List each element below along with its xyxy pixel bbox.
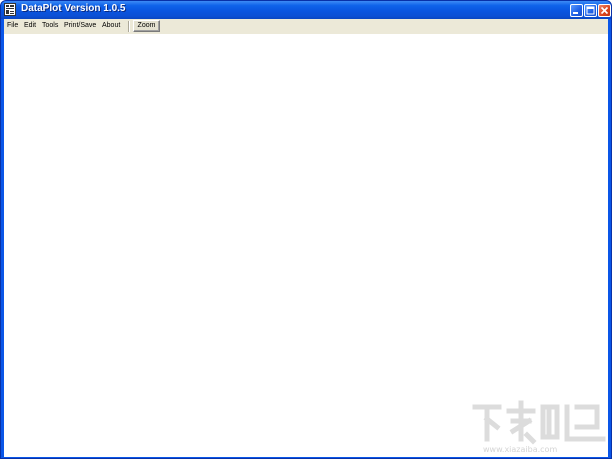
watermark-url: www.xiazaiba.com: [483, 445, 557, 454]
menu-file[interactable]: File: [7, 22, 18, 29]
maximize-button[interactable]: [584, 4, 597, 17]
application-window: DataPlot Version 1.0.5 File Edit Tools P…: [0, 0, 612, 459]
menu-edit[interactable]: Edit: [24, 22, 36, 29]
menu-tools[interactable]: Tools: [42, 22, 58, 29]
window-title: DataPlot Version 1.0.5: [21, 3, 126, 14]
xiazaiba-watermark-logo: www.xiazaiba.com: [472, 400, 606, 454]
close-button[interactable]: [598, 4, 611, 17]
menu-separator: [128, 21, 130, 32]
title-bar[interactable]: DataPlot Version 1.0.5: [1, 1, 611, 19]
minimize-button[interactable]: [570, 4, 583, 17]
close-icon: [600, 6, 609, 15]
dataplot-app-icon[interactable]: [4, 3, 16, 16]
minimize-icon: [573, 12, 578, 14]
menu-bar: File Edit Tools Print/Save About Zoom: [4, 19, 608, 34]
menu-print-save[interactable]: Print/Save: [64, 22, 96, 29]
plot-area[interactable]: [4, 34, 608, 457]
maximize-icon: [586, 6, 595, 15]
menu-about[interactable]: About: [102, 22, 120, 29]
zoom-button[interactable]: Zoom: [133, 20, 160, 32]
